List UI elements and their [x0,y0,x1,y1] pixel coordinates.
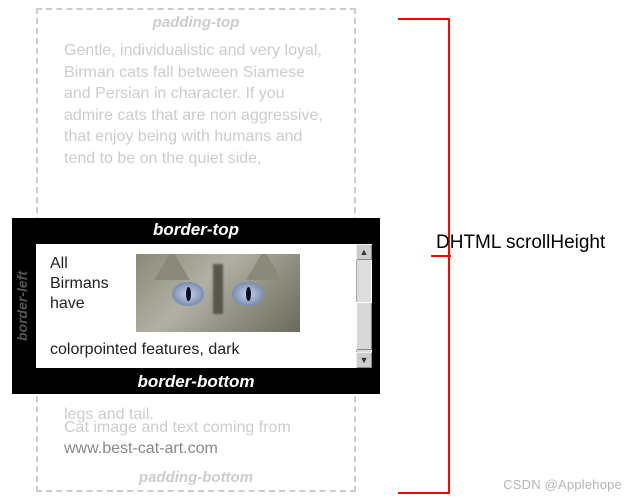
scrollheight-bracket [398,18,450,494]
ghost-paragraph: Gentle, individualistic and very loyal, … [64,40,332,170]
border-bottom-label: border-bottom [12,372,380,392]
ghost-source-link: www.best-cat-art.com [64,440,218,457]
border-top-label: border-top [12,220,380,240]
ghost-source-prefix: Cat image and text coming from [64,419,291,436]
legend-label: DHTML scrollHeight [436,232,605,254]
padding-top-label: padding-top [38,14,354,31]
vertical-scrollbar[interactable]: ▲ ▼ [356,244,372,368]
scroll-up-arrow-icon[interactable]: ▲ [356,244,372,260]
padding-bottom-label: padding-bottom [38,469,354,486]
cat-image [136,254,300,332]
content-text-after: colorpointed features, dark [50,340,346,360]
ghost-source-line: Cat image and text coming from www.best-… [64,417,332,460]
content-text-before: All Birmans have [50,254,126,314]
scroll-thumb[interactable] [356,302,372,350]
scroll-down-arrow-icon[interactable]: ▼ [356,352,372,368]
watermark: CSDN @Applehope [503,477,622,492]
border-left-label: border-left [10,218,34,394]
viewport-content: All Birmans have colorpointed features, … [36,244,356,368]
viewport-box: border-left border-top border-bottom All… [12,218,380,394]
viewport-inner: All Birmans have colorpointed features, … [36,244,372,368]
